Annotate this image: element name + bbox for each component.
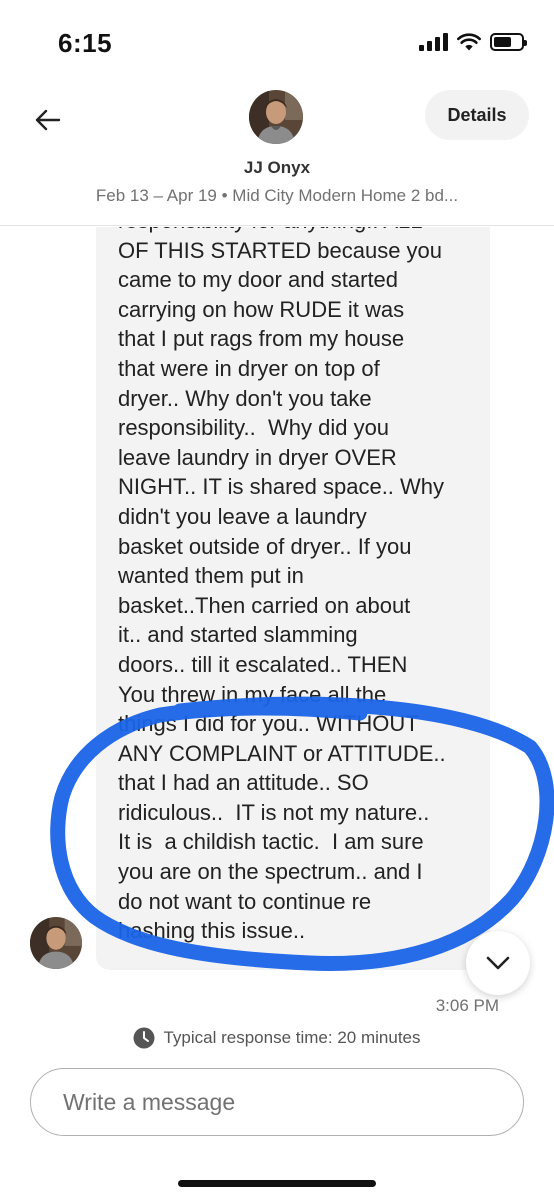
status-icons	[419, 33, 527, 51]
message-composer[interactable]	[30, 1068, 524, 1136]
cellular-signal-icon	[419, 33, 448, 51]
host-avatar[interactable]	[249, 90, 303, 144]
arrow-left-icon	[35, 109, 61, 131]
message-timestamp: 3:06 PM	[435, 996, 499, 1015]
status-time: 6:15	[58, 28, 113, 58]
scroll-to-bottom-button[interactable]	[466, 931, 530, 995]
battery-fill	[494, 37, 511, 47]
back-button[interactable]	[28, 100, 68, 140]
response-time-text: Typical response time: 20 minutes	[163, 1028, 421, 1047]
wifi-icon	[457, 33, 481, 51]
conversation-header: Details JJ Onyx Feb 13 – Apr 19 • Mid Ci…	[0, 80, 554, 226]
status-bar: 6:15	[0, 0, 554, 80]
sender-avatar[interactable]	[30, 917, 82, 969]
message-thread[interactable]: responsibility for anything.. ALL OF THI…	[0, 227, 554, 1055]
message-input[interactable]	[63, 1088, 523, 1116]
battery-icon	[490, 33, 527, 51]
reservation-subtitle[interactable]: Feb 13 – Apr 19 • Mid City Modern Home 2…	[0, 186, 554, 206]
clock-icon	[133, 1027, 155, 1049]
chevron-down-icon	[486, 956, 510, 970]
message-text: responsibility for anything.. ALL OF THI…	[118, 227, 446, 944]
home-indicator	[178, 1180, 376, 1187]
details-button[interactable]: Details	[425, 90, 529, 140]
host-name: JJ Onyx	[243, 158, 311, 177]
response-time-row: Typical response time: 20 minutes	[0, 1027, 554, 1049]
